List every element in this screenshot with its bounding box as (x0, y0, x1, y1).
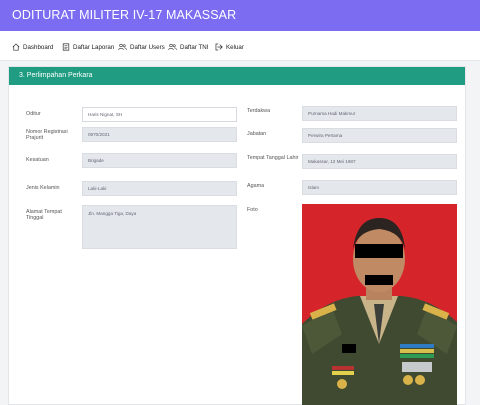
home-icon (12, 43, 20, 51)
terdakwa-label: Terdakwa (247, 108, 271, 114)
top-app-bar: ODITURAT MILITER IV-17 MAKASSAR (0, 0, 480, 31)
agama-label: Agama (247, 183, 265, 189)
nav-item-daftar-users[interactable]: Daftar Users (118, 41, 165, 53)
oditur-label: Oditur (26, 111, 41, 117)
nav-label: Daftar Laporan (73, 43, 115, 51)
jabatan-label: Jabatan (247, 131, 267, 137)
logout-icon (215, 43, 223, 51)
foto-label: Foto (247, 207, 258, 213)
app-title: ODITURAT MILITER IV-17 MAKASSAR (12, 8, 237, 22)
nav-item-dashboard[interactable]: Dashboard (12, 41, 53, 53)
nav-menu: Dashboard Daftar Laporan Daftar Users Da… (0, 31, 480, 61)
oditur-field[interactable]: Haris Nignat, SH (82, 107, 237, 122)
nrp-label: Nomor Registrasi Prajurit (26, 129, 68, 142)
suspect-photo (302, 204, 457, 405)
case-detail-card: 3. Perlimpahan Perkara Oditur Haris Nign… (8, 66, 466, 405)
jenis-kelamin-field: Laki-Laki (82, 181, 237, 196)
portrait-image (302, 204, 457, 405)
ttl-field: Makassar, 12 Mei 1987 (302, 154, 457, 169)
ttl-label: Tempat Tanggal Lahir (247, 155, 299, 161)
document-icon (62, 43, 70, 51)
alamat-field: Jln. Mangga Tiga, Daya (82, 205, 237, 249)
nav-label: Daftar Users (130, 43, 165, 51)
card-title: 3. Perlimpahan Perkara (19, 72, 93, 79)
jenis-kelamin-label: Jenis Kelamin (26, 185, 60, 191)
terdakwa-field: Purnama Hadi Makmur (302, 106, 457, 121)
card-header: 3. Perlimpahan Perkara (9, 67, 465, 85)
nrp-field: 0970/2021 (82, 127, 237, 142)
alamat-label: Alamat Tempat Tinggal (26, 209, 62, 222)
nav-label: Daftar TNI (180, 43, 209, 51)
nav-item-keluar[interactable]: Keluar (215, 41, 244, 53)
nav-item-daftar-laporan[interactable]: Daftar Laporan (62, 41, 114, 53)
nav-item-daftar-tni[interactable]: Daftar TNI (168, 41, 208, 53)
nav-label: Keluar (226, 43, 244, 51)
nav-label: Dashboard (23, 43, 54, 51)
users-icon (168, 43, 177, 51)
kesatuan-field: Brigade (82, 153, 237, 168)
users-icon (118, 43, 127, 51)
agama-field: Islam (302, 180, 457, 195)
jabatan-field: Perwira Pertama (302, 128, 457, 143)
kesatuan-label: Kesatuan (26, 157, 49, 163)
